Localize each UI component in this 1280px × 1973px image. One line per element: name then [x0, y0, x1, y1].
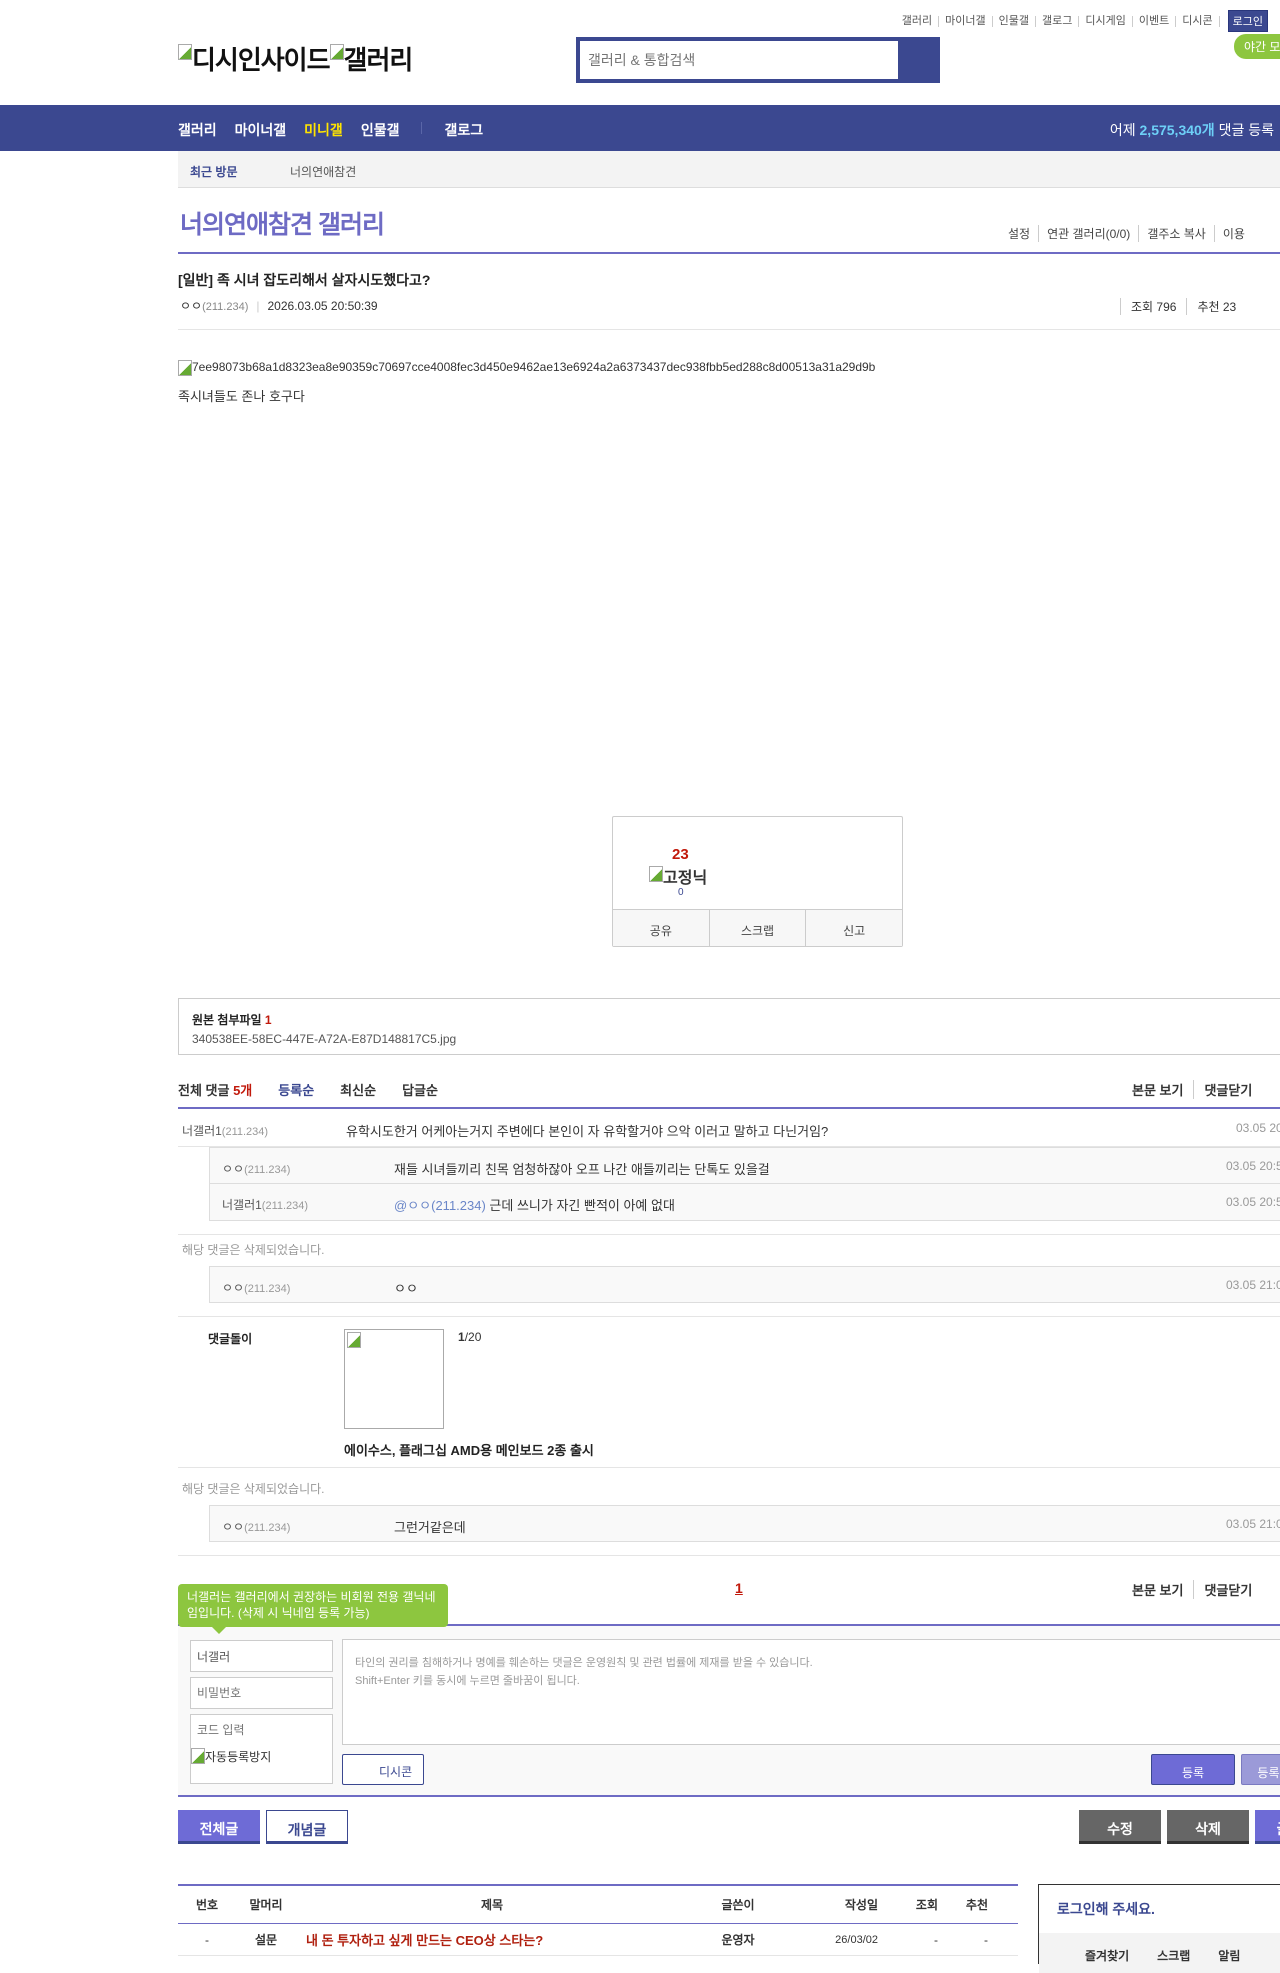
all-posts-button[interactable]: 전체글 [178, 1810, 260, 1844]
login-box: 로그인해 주세요. 즐겨찾기 스크랩 알림 [1038, 1884, 1280, 1973]
captcha-input[interactable] [190, 1714, 333, 1746]
sort-replies[interactable]: 답글순 [402, 1080, 438, 1099]
usage-link[interactable]: 이용 [1213, 225, 1253, 242]
close-comments-button[interactable]: 댓글닫기 [1193, 1080, 1262, 1099]
post-stats: 조회 796 추천 23 [1120, 298, 1246, 315]
comment-actions: 본문 보기 댓글닫기 [1122, 1080, 1262, 1099]
recommend-count[interactable]: 23 [672, 846, 689, 863]
page-1[interactable]: 1 [735, 1580, 743, 1596]
broken-image-icon [178, 360, 192, 376]
nav-minor[interactable]: 마이너갤 [235, 120, 287, 140]
write-button[interactable]: 글쓰기 [1255, 1810, 1280, 1844]
reply: ㅇㅇ(211.234) 재들 시녀들끼리 친목 엄청하잖아 오프 나간 애들끼리… [209, 1147, 1280, 1184]
scrap-tab[interactable]: 스크랩 [1157, 1947, 1190, 1973]
divider [178, 1234, 1280, 1235]
dolgi-thumbnail[interactable] [344, 1329, 444, 1429]
comment: 너갤러1(211.234) 유학시도한거 어케아는거지 주변에다 본인이 자 유… [178, 1109, 1280, 1147]
top-link[interactable]: 이벤트 [1133, 15, 1177, 27]
captcha-image: 자동등록방지 [190, 1744, 333, 1784]
top-links: 갤러리 마이너갤 인물갤 갤로그 디시게임 이벤트 디시콘 로그인 [896, 10, 1268, 32]
nav-person[interactable]: 인물갤 [361, 120, 400, 140]
post-text: 족시녀들도 존나 호구다 [178, 389, 305, 404]
divider [178, 1316, 1280, 1317]
mention-link[interactable]: @ㅇㅇ(211.234) [394, 1198, 486, 1213]
post-meta: ㅇㅇ(211.234) | 2026.03.05 20:50:39 [180, 299, 378, 313]
top-link[interactable]: 마이너갤 [939, 15, 993, 27]
nickname-tooltip: 너갤러는 갤러리에서 권장하는 비회원 전용 갤닉네임입니다. (삭제 시 닉네… [178, 1584, 448, 1634]
recent-label[interactable]: 최근 방문 [190, 163, 238, 180]
dolgi-title[interactable]: 에이수스, 플래그십 AMD용 메인보드 2종 출시 [344, 1440, 594, 1459]
view-body-button[interactable]: 본문 보기 [1122, 1580, 1193, 1599]
divider [178, 329, 1280, 330]
comment-stat: 어제 2,575,340개 댓글 등록 [1109, 122, 1274, 138]
divider [178, 1555, 1280, 1556]
attachment-file[interactable]: 340538EE-58EC-447E-A72A-E87D148817C5.jpg [192, 1032, 1274, 1046]
delete-button[interactable]: 삭제 [1167, 1810, 1249, 1844]
gallery-title[interactable]: 너의연애참견 갤러리 [180, 205, 385, 241]
comment-actions-bottom: 본문 보기 댓글닫기 [1122, 1580, 1262, 1599]
copy-address-link[interactable]: 갤주소 복사 [1138, 225, 1214, 242]
main-nav: 갤러리 마이너갤 미니갤 인물갤 갤로그 어제 2,575,340개 댓글 등록 [0, 105, 1280, 151]
recent-item[interactable]: 너의연애참견 [290, 163, 356, 180]
related-gallery-link[interactable]: 연관 갤러리(0/0) [1038, 225, 1138, 242]
top-link[interactable]: 갤로그 [1036, 15, 1080, 27]
comment-dolgi: 댓글돌이 1/20 에이수스, 플래그십 AMD용 메인보드 2종 출시 [178, 1318, 1280, 1468]
close-comments-button[interactable]: 댓글닫기 [1193, 1580, 1262, 1599]
login-button[interactable]: 로그인 [1227, 10, 1268, 32]
submit-recommend-button[interactable]: 등록+추천 [1241, 1754, 1280, 1785]
deleted-comment: 해당 댓글은 삭제되었습니다. [182, 1482, 325, 1496]
settings-link[interactable]: 설정 [1000, 225, 1038, 242]
top-link[interactable]: 인물갤 [993, 15, 1037, 27]
night-mode-toggle[interactable]: 야간 모드 [1234, 34, 1280, 59]
nav-gallog[interactable]: 갤로그 [444, 120, 483, 140]
reply: 너갤러1(211.234) @ㅇㅇ(211.234) 근데 쓰니가 자긴 빤적이… [209, 1184, 1280, 1221]
sort-registered[interactable]: 등록순 [278, 1080, 314, 1099]
post-date: 2026.03.05 20:50:39 [267, 299, 378, 313]
recommend-box: 23 고정닉 0 공유 스크랩 신고 [612, 816, 903, 947]
post-title: [일반] 족 시녀 잡도리해서 살자시도했다고? [178, 272, 431, 288]
fixed-nick-recommend[interactable]: 고정닉 [649, 864, 707, 888]
gallery-menu: 설정 연관 갤러리(0/0) 갤주소 복사 이용 [1000, 225, 1253, 242]
fixed-nick-count: 0 [678, 887, 684, 898]
recent-visits: 최근 방문 너의연애참견 [178, 151, 1280, 188]
divider [421, 122, 423, 134]
submit-button[interactable]: 등록 [1151, 1754, 1235, 1785]
comment-textarea[interactable]: 타인의 권리를 침해하거나 명예를 훼손하는 댓글은 운영원칙 및 관련 법률에… [342, 1639, 1280, 1745]
post-list: 번호 말머리 제목 글쓴이 작성일 조회 추천 - 설문 내 돈 투자하고 싶게 만드는 CEO… [178, 1884, 1018, 1956]
reply: ㅇㅇ(211.234) ㅇㅇ 03.05 21:0 [209, 1266, 1280, 1303]
post-image: 7ee98073b68a1d8323ea8e90359c70697cce4008… [178, 360, 875, 376]
top-link[interactable]: 갤러리 [896, 15, 940, 27]
search-input[interactable] [580, 41, 898, 79]
favorites-tab[interactable]: 즐겨찾기 [1085, 1947, 1129, 1973]
comment-header: 전체 댓글 5개 등록순 최신순 답글순 [178, 1080, 1280, 1099]
scrap-button[interactable]: 스크랩 [708, 910, 806, 946]
nav-gallery[interactable]: 갤러리 [178, 120, 217, 140]
author[interactable]: ㅇㅇ [180, 299, 202, 313]
broken-image-icon [178, 44, 192, 60]
edit-button[interactable]: 수정 [1079, 1810, 1161, 1844]
top-link[interactable]: 디시게임 [1079, 15, 1133, 27]
nickname-input[interactable] [190, 1640, 333, 1672]
concept-posts-button[interactable]: 개념글 [266, 1810, 348, 1844]
logo[interactable]: 디시인사이드 갤러리 [178, 40, 413, 77]
top-link[interactable]: 디시콘 [1176, 15, 1220, 27]
nav-mini[interactable]: 미니갤 [304, 120, 343, 140]
dccon-button[interactable]: 디시콘 [342, 1754, 424, 1785]
alerts-tab[interactable]: 알림 [1218, 1947, 1240, 1973]
deleted-comment: 해당 댓글은 삭제되었습니다. [182, 1243, 325, 1257]
reply: ㅇㅇ(211.234) 그런거같은데 03.05 21:0 [209, 1505, 1280, 1542]
search-box [576, 37, 940, 83]
share-button[interactable]: 공유 [613, 910, 709, 946]
sort-latest[interactable]: 최신순 [340, 1080, 376, 1099]
password-input[interactable] [190, 1677, 333, 1709]
list-header: 번호 말머리 제목 글쓴이 작성일 조회 추천 [178, 1886, 1018, 1924]
comment-form: 자동등록방지 타인의 권리를 침해하거나 명예를 훼손하는 댓글은 운영원칙 및… [178, 1624, 1280, 1797]
broken-image-icon [329, 44, 344, 60]
report-button[interactable]: 신고 [805, 910, 902, 946]
attachment-box: 원본 첨부파일 1 340538EE-58EC-447E-A72A-E87D14… [178, 998, 1280, 1055]
table-row[interactable]: - 설문 내 돈 투자하고 싶게 만드는 CEO상 스타는? 운영자 26/03/02-… [178, 1924, 1018, 1956]
view-body-button[interactable]: 본문 보기 [1122, 1080, 1193, 1099]
divider [178, 252, 1280, 254]
